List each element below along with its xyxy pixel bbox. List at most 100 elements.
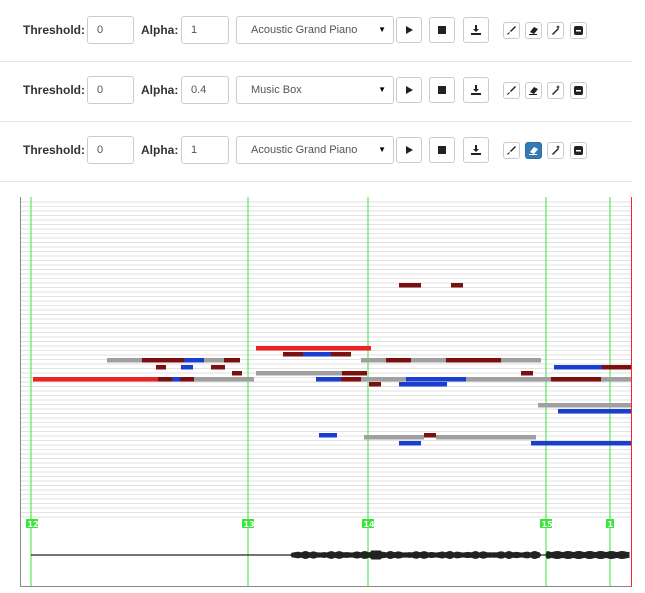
note-block: [538, 403, 631, 408]
note-block: [526, 377, 551, 382]
alpha-input[interactable]: 1: [181, 136, 229, 164]
note-block: [424, 433, 436, 438]
note-block: [204, 358, 224, 363]
piano-roll-canvas[interactable]: 12 13 14 15 1: [21, 197, 632, 587]
download-button[interactable]: [463, 137, 489, 163]
magic-wand-icon: [552, 145, 560, 155]
note-block: [341, 377, 361, 382]
play-icon: [406, 86, 413, 94]
note-block: [194, 377, 254, 382]
note-block: [551, 377, 601, 382]
piano-roll[interactable]: 12 13 14 15 1: [20, 197, 632, 587]
note-block: [184, 358, 204, 363]
note-block: [436, 435, 536, 440]
note-block: [602, 365, 631, 370]
stop-icon: [438, 86, 446, 94]
measure-marker-label: 13: [244, 520, 255, 529]
measure-marker-label: 12: [28, 520, 39, 529]
stop-button[interactable]: [429, 77, 455, 103]
threshold-label: Threshold:: [23, 23, 85, 37]
row-divider: [0, 181, 632, 182]
play-button[interactable]: [396, 77, 422, 103]
download-icon: [471, 145, 481, 155]
note-block: [283, 352, 303, 357]
note-block: [451, 283, 463, 288]
alpha-input[interactable]: 1: [181, 16, 229, 44]
brush-icon: [507, 86, 516, 95]
note-block: [331, 352, 351, 357]
eraser-tool-button[interactable]: [525, 22, 542, 39]
alpha-input[interactable]: 0.4: [181, 76, 229, 104]
note-block: [531, 441, 631, 446]
note-block: [406, 377, 466, 382]
instrument-selected-value: Acoustic Grand Piano: [251, 24, 358, 36]
note-block: [316, 377, 341, 382]
brush-tool-button[interactable]: [503, 82, 520, 99]
play-button[interactable]: [396, 17, 422, 43]
chevron-down-icon: ▼: [378, 145, 386, 154]
magic-wand-tool-button[interactable]: [547, 142, 564, 159]
measure-marker-label: 15: [542, 520, 554, 529]
minus-icon: [574, 146, 583, 155]
brush-icon: [507, 26, 516, 35]
note-block: [232, 371, 242, 376]
play-button[interactable]: [396, 137, 422, 163]
download-icon: [471, 25, 481, 35]
note-block: [521, 371, 533, 376]
stop-button[interactable]: [429, 137, 455, 163]
chevron-down-icon: ▼: [378, 25, 386, 34]
waveform: [31, 550, 630, 560]
instrument-select[interactable]: Acoustic Grand Piano ▼: [236, 136, 394, 164]
magic-wand-icon: [552, 25, 560, 35]
note-block: [156, 365, 166, 370]
measure-marker-label: 14: [364, 520, 376, 529]
play-icon: [406, 146, 413, 154]
remove-track-button[interactable]: [570, 142, 587, 159]
note-block: [399, 283, 421, 288]
note-block: [319, 433, 337, 438]
note-block: [181, 365, 193, 370]
magic-wand-tool-button[interactable]: [547, 82, 564, 99]
download-button[interactable]: [463, 17, 489, 43]
minus-icon: [574, 26, 583, 35]
note-block: [411, 358, 446, 363]
note-block: [342, 371, 367, 376]
stop-icon: [438, 146, 446, 154]
track-row: Threshold: 0 Alpha: 1 Acoustic Grand Pia…: [0, 2, 632, 62]
stop-button[interactable]: [429, 17, 455, 43]
instrument-selected-value: Acoustic Grand Piano: [251, 144, 358, 156]
note-block: [466, 377, 526, 382]
note-block: [256, 346, 371, 351]
minus-icon: [574, 86, 583, 95]
brush-tool-button[interactable]: [503, 22, 520, 39]
threshold-label: Threshold:: [23, 83, 85, 97]
note-block: [558, 409, 631, 414]
instrument-select[interactable]: Music Box ▼: [236, 76, 394, 104]
threshold-input[interactable]: 0: [87, 16, 134, 44]
note-block: [33, 377, 158, 382]
threshold-input[interactable]: 0: [87, 76, 134, 104]
eraser-tool-button[interactable]: [525, 82, 542, 99]
instrument-selected-value: Music Box: [251, 84, 302, 96]
note-block: [172, 377, 180, 382]
note-block: [501, 358, 541, 363]
play-icon: [406, 26, 413, 34]
note-block: [361, 377, 406, 382]
alpha-label: Alpha:: [141, 143, 179, 157]
note-block: [256, 371, 342, 376]
brush-tool-button[interactable]: [503, 142, 520, 159]
download-button[interactable]: [463, 77, 489, 103]
note-block: [158, 377, 172, 382]
eraser-icon: [529, 87, 538, 95]
magic-wand-tool-button[interactable]: [547, 22, 564, 39]
note-block: [399, 441, 421, 446]
alpha-label: Alpha:: [141, 83, 179, 97]
remove-track-button[interactable]: [570, 22, 587, 39]
eraser-icon: [529, 27, 538, 35]
eraser-icon: [529, 147, 538, 155]
threshold-input[interactable]: 0: [87, 136, 134, 164]
note-block: [224, 358, 240, 363]
eraser-tool-button[interactable]: [525, 142, 542, 159]
instrument-select[interactable]: Acoustic Grand Piano ▼: [236, 16, 394, 44]
remove-track-button[interactable]: [570, 82, 587, 99]
